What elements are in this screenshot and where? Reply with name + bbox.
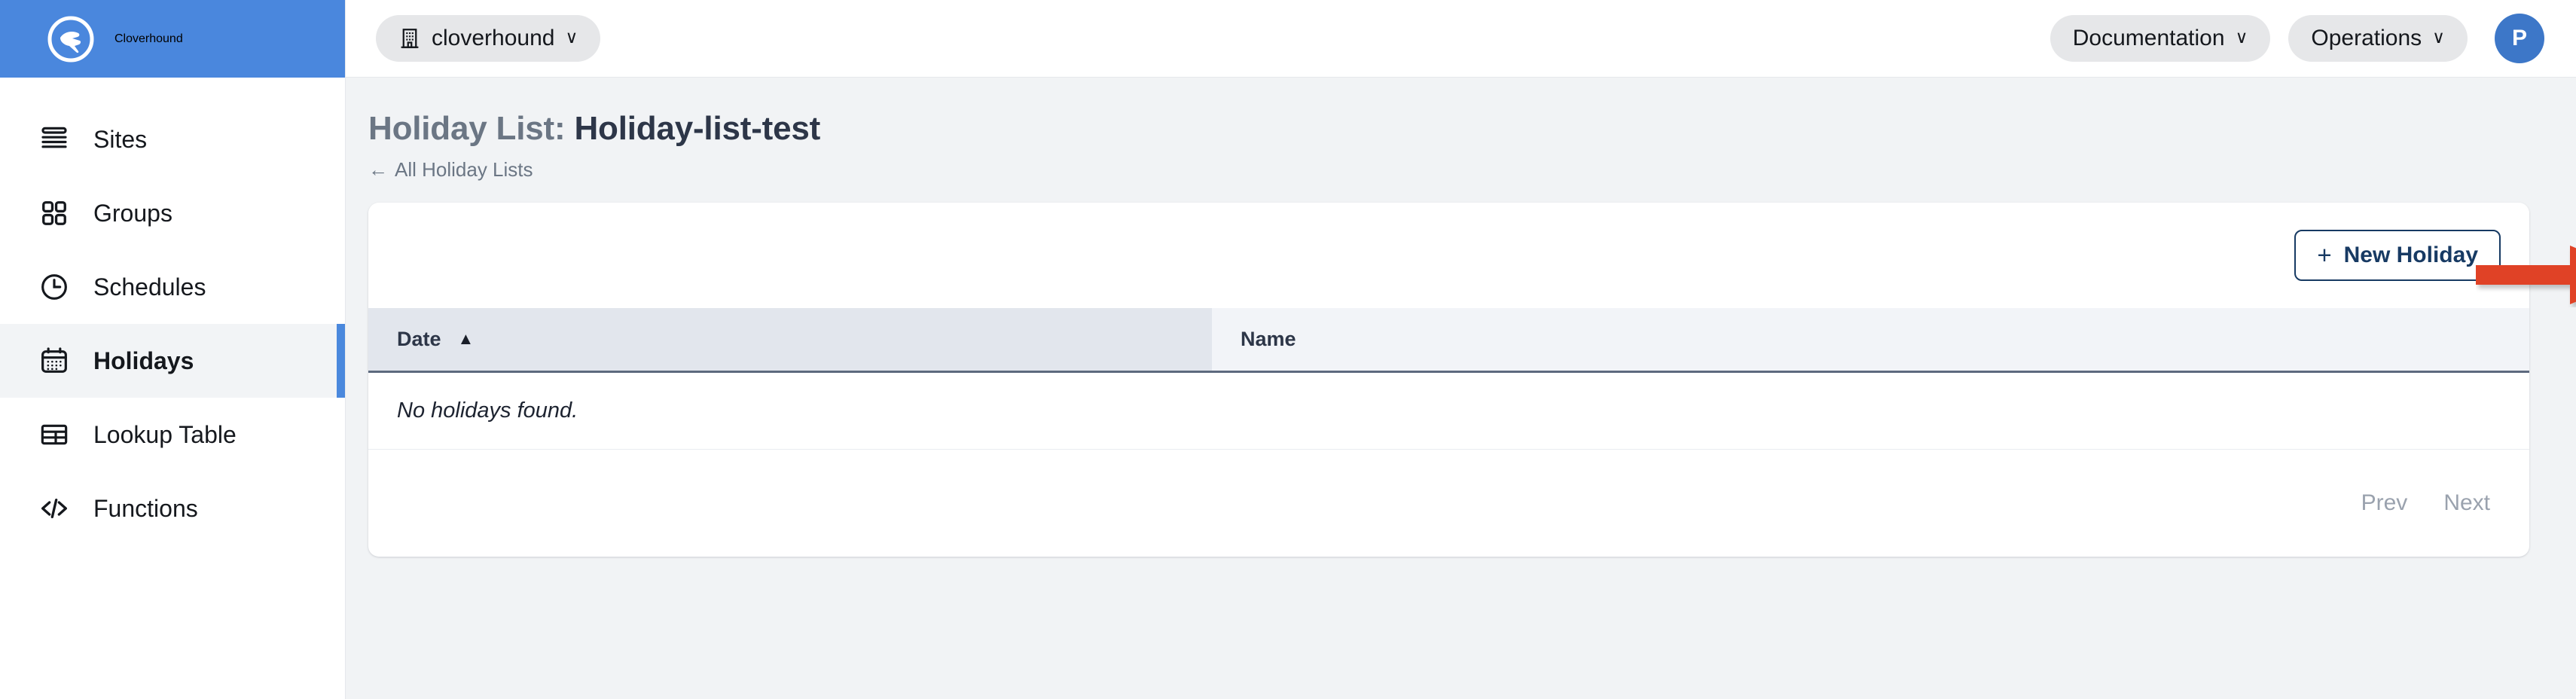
arrow-left-icon: ← — [368, 157, 388, 181]
brand-name: Cloverhound — [114, 32, 183, 45]
avatar-initial: P — [2511, 26, 2527, 50]
operations-menu-label: Operations — [2311, 26, 2422, 50]
table-grid-icon — [38, 418, 71, 451]
card-toolbar: + New Holiday — [368, 203, 2529, 308]
holiday-list-card: + New Holiday Date ▲ Name No holidays fo… — [368, 202, 2529, 557]
brand-header: Cloverhound — [0, 0, 345, 78]
sidebar-item-label: Sites — [93, 125, 148, 153]
column-header-date[interactable]: Date ▲ — [368, 307, 1212, 373]
table-empty-row: No holidays found. — [368, 371, 2529, 450]
app-root: Cloverhound Sites Groups Schedules Holid… — [0, 0, 2576, 699]
main-area: cloverhound ∨ Documentation ∨ Operations… — [346, 0, 2576, 699]
breadcrumb-all-holiday-lists[interactable]: ← All Holiday Lists — [368, 158, 533, 182]
new-holiday-button-label: New Holiday — [2343, 242, 2478, 267]
sidebar-item-label: Holidays — [93, 346, 194, 374]
sidebar-item-groups[interactable]: Groups — [0, 176, 345, 250]
table-head: Date ▲ Name — [368, 307, 2529, 373]
calendar-icon — [38, 344, 71, 377]
sidebar-item-functions[interactable]: Functions — [0, 472, 345, 545]
avatar[interactable]: P — [2495, 14, 2544, 63]
sidebar-item-holidays[interactable]: Holidays — [0, 324, 345, 398]
layers-icon — [38, 123, 71, 156]
tenant-selector-button[interactable]: cloverhound ∨ — [376, 15, 601, 62]
building-icon — [398, 27, 421, 50]
sidebar-nav: Sites Groups Schedules Holidays Lookup T… — [0, 78, 345, 545]
chevron-down-icon: ∨ — [565, 26, 578, 47]
empty-state-message: No holidays found. — [368, 371, 2529, 450]
table-header-row: Date ▲ Name — [368, 307, 2529, 373]
page-header: Holiday List: Holiday-list-test ← All Ho… — [346, 78, 2576, 182]
pagination: Prev Next — [368, 450, 2529, 557]
page-title: Holiday List: Holiday-list-test — [368, 109, 2576, 149]
top-bar: cloverhound ∨ Documentation ∨ Operations… — [346, 0, 2576, 78]
column-header-name[interactable]: Name — [1212, 307, 2529, 373]
chevron-down-icon: ∨ — [2235, 26, 2248, 47]
operations-menu-button[interactable]: Operations ∨ — [2288, 15, 2468, 62]
sidebar-item-schedules[interactable]: Schedules — [0, 250, 345, 324]
top-bar-right-group: Documentation ∨ Operations ∨ P — [2050, 14, 2544, 63]
code-brackets-icon — [38, 492, 71, 525]
sidebar-item-label: Groups — [93, 199, 172, 227]
sort-ascending-icon: ▲ — [457, 328, 475, 348]
new-holiday-button[interactable]: + New Holiday — [2294, 229, 2501, 281]
tenant-selector-label: cloverhound — [432, 26, 555, 50]
breadcrumb-label: All Holiday Lists — [395, 157, 533, 181]
next-page-button[interactable]: Next — [2443, 490, 2490, 516]
cloverhound-hound-logo-icon — [47, 15, 95, 63]
sidebar-item-sites[interactable]: Sites — [0, 102, 345, 176]
sidebar-item-label: Lookup Table — [93, 420, 237, 448]
documentation-menu-button[interactable]: Documentation ∨ — [2050, 15, 2271, 62]
plus-icon: + — [2317, 241, 2332, 270]
page-title-value: Holiday-list-test — [574, 110, 821, 147]
documentation-menu-label: Documentation — [2072, 26, 2225, 50]
column-header-date-label: Date — [397, 327, 441, 350]
sidebar-item-label: Functions — [93, 494, 198, 522]
prev-page-button[interactable]: Prev — [2361, 490, 2408, 516]
table-body: No holidays found. — [368, 371, 2529, 450]
chevron-down-icon: ∨ — [2432, 26, 2445, 47]
holiday-table: Date ▲ Name No holidays found. — [368, 307, 2529, 450]
grid-2x2-icon — [38, 197, 71, 230]
clock-icon — [38, 270, 71, 304]
sidebar-item-lookup-table[interactable]: Lookup Table — [0, 398, 345, 472]
sidebar: Cloverhound Sites Groups Schedules Holid… — [0, 0, 346, 699]
page-title-prefix: Holiday List: — [368, 110, 566, 147]
sidebar-item-label: Schedules — [93, 273, 206, 301]
column-header-name-label: Name — [1241, 327, 1296, 350]
